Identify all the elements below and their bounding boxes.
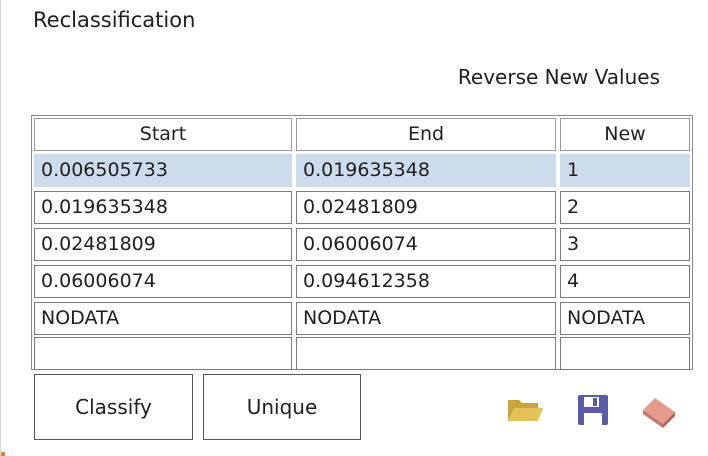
end-cell-row-2[interactable]: 0.02481809 bbox=[296, 191, 556, 224]
column-header-new[interactable]: New bbox=[560, 118, 690, 151]
column-header-end[interactable]: End bbox=[296, 118, 556, 151]
start-cell-row-6[interactable] bbox=[34, 337, 292, 370]
edge-marker bbox=[1, 452, 5, 456]
reverse-new-values-link[interactable]: Reverse New Values bbox=[458, 62, 660, 92]
end-cell-row-3[interactable]: 0.06006074 bbox=[296, 228, 556, 261]
save-icon[interactable] bbox=[573, 390, 613, 430]
new-cell-row-1[interactable]: 1 bbox=[560, 154, 690, 187]
column-header-start[interactable]: Start bbox=[34, 118, 292, 151]
end-cell-row-5[interactable]: NODATA bbox=[296, 302, 556, 335]
end-cell-row-1[interactable]: 0.019635348 bbox=[296, 154, 556, 187]
new-cell-row-6[interactable] bbox=[560, 337, 690, 370]
reclassification-panel: Reclassification Reverse New Values Star… bbox=[0, 0, 708, 456]
end-cell-row-6[interactable] bbox=[296, 337, 556, 370]
new-cell-row-4[interactable]: 4 bbox=[560, 265, 690, 298]
start-cell-row-4[interactable]: 0.06006074 bbox=[34, 265, 292, 298]
classify-button[interactable]: Classify bbox=[34, 374, 193, 440]
unique-button[interactable]: Unique bbox=[203, 374, 361, 440]
new-cell-row-3[interactable]: 3 bbox=[560, 228, 690, 261]
new-cell-row-2[interactable]: 2 bbox=[560, 191, 690, 224]
start-cell-row-2[interactable]: 0.019635348 bbox=[34, 191, 292, 224]
folder-open-icon[interactable] bbox=[505, 390, 545, 430]
start-cell-row-5[interactable]: NODATA bbox=[34, 302, 292, 335]
reclass-table: Start End New 0.006505733 0.019635348 1 … bbox=[31, 115, 693, 370]
start-cell-row-3[interactable]: 0.02481809 bbox=[34, 228, 292, 261]
section-title: Reclassification bbox=[33, 8, 196, 32]
new-cell-row-5[interactable]: NODATA bbox=[560, 302, 690, 335]
end-cell-row-4[interactable]: 0.094612358 bbox=[296, 265, 556, 298]
start-cell-row-1[interactable]: 0.006505733 bbox=[34, 154, 292, 187]
eraser-icon[interactable] bbox=[639, 390, 679, 430]
